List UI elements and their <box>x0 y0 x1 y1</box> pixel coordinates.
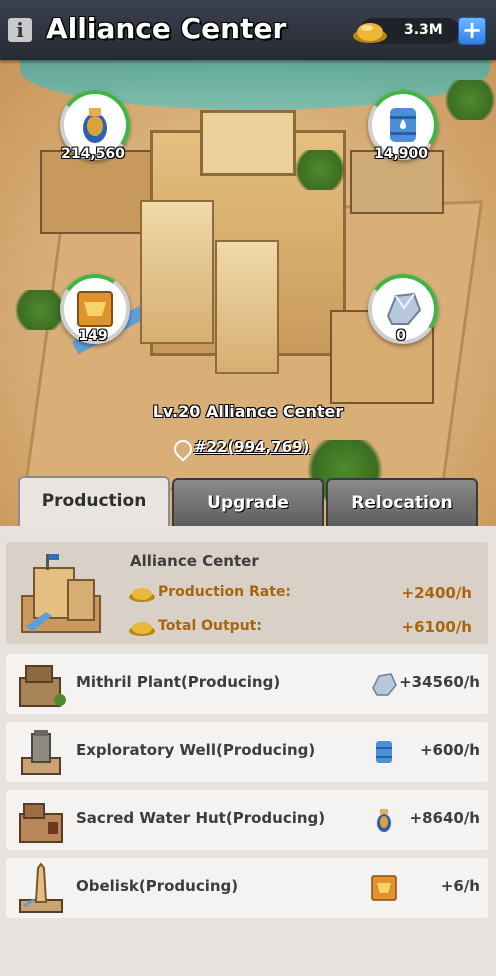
resource-amount: 214,560 <box>61 146 125 162</box>
sacred-water-icon <box>83 108 107 143</box>
resource-amount: 0 <box>396 328 406 344</box>
alliance-center-building-icon <box>21 554 101 633</box>
mithril-ore-icon <box>386 292 422 325</box>
coordinates-text[interactable]: #22(994,769) <box>194 438 309 456</box>
alliance-center-summary: Alliance Center Production Rate: +2400/h… <box>6 542 488 644</box>
top-bar: i Alliance Center 3.3M + <box>0 0 496 60</box>
list-item[interactable]: Mithril Plant(Producing) +34560/h <box>6 654 488 714</box>
resource-amount: 149 <box>78 328 108 344</box>
building-name: Exploratory Well(Producing) <box>76 741 316 759</box>
production-panel: Alliance Center Production Rate: +2400/h… <box>0 526 496 976</box>
obelisk-building-icon <box>19 862 63 913</box>
total-output-value: +6100/h <box>401 618 472 636</box>
list-item[interactable]: Exploratory Well(Producing) +600/h <box>6 722 488 782</box>
gold-pile-icon <box>129 588 155 602</box>
summary-building-name: Alliance Center <box>130 552 259 570</box>
temple-roof <box>200 110 296 176</box>
exploratory-well-building-icon <box>21 730 61 775</box>
currency-value: 3.3M <box>404 22 443 38</box>
gold-pile-icon <box>353 23 387 43</box>
tab-production-center[interactable]: Production Center <box>18 476 170 557</box>
total-output-label: Total Output: <box>158 618 262 634</box>
oil-barrel-icon <box>376 741 392 763</box>
page-title: Alliance Center <box>46 12 287 45</box>
list-item[interactable]: Obelisk(Producing) +6/h <box>6 858 488 918</box>
info-icon[interactable]: i <box>8 18 32 42</box>
palm-tree-icon <box>290 150 350 190</box>
production-rate: +6/h <box>440 877 480 895</box>
mithril-ore-icon <box>372 673 397 696</box>
resource-amount: 14,900 <box>373 146 429 162</box>
pylon-tower <box>215 240 279 374</box>
pylon-tower <box>140 200 214 344</box>
building-name: Mithril Plant(Producing) <box>76 673 281 691</box>
treasure-box-icon <box>77 291 113 327</box>
production-rate-label: Production Rate: <box>158 584 292 600</box>
production-rate-value: +2400/h <box>401 584 472 602</box>
building-name: Obelisk(Producing) <box>76 877 239 895</box>
building-name: Sacred Water Hut(Producing) <box>76 809 326 827</box>
sacred-water-hut-building-icon <box>19 803 63 843</box>
oil-barrel-icon <box>390 108 416 142</box>
palm-tree-icon <box>440 80 496 120</box>
tab-relocation-spot[interactable]: Relocation Spot <box>326 478 478 559</box>
alliance-center-scene[interactable]: 214,560 14,900 149 0 Lv.20 Alliance Cent… <box>0 60 496 526</box>
treasure-box-icon <box>371 875 397 901</box>
tab-upgrade[interactable]: Upgrade <box>172 478 324 526</box>
production-rate: +8640/h <box>409 809 480 827</box>
mithril-plant-building-icon <box>19 665 66 707</box>
building-level-label: Lv.20 Alliance Center <box>152 402 344 421</box>
production-rate: +600/h <box>419 741 480 759</box>
add-currency-button[interactable]: + <box>458 17 486 45</box>
list-item[interactable]: Sacred Water Hut(Producing) +8640/h <box>6 790 488 850</box>
production-rate-row: Production Rate: +2400/h <box>128 582 484 604</box>
total-output-row: Total Output: +6100/h <box>128 616 484 638</box>
sacred-water-icon <box>377 809 391 832</box>
gold-pile-icon <box>129 622 155 636</box>
production-rate: +34560/h <box>399 673 480 691</box>
